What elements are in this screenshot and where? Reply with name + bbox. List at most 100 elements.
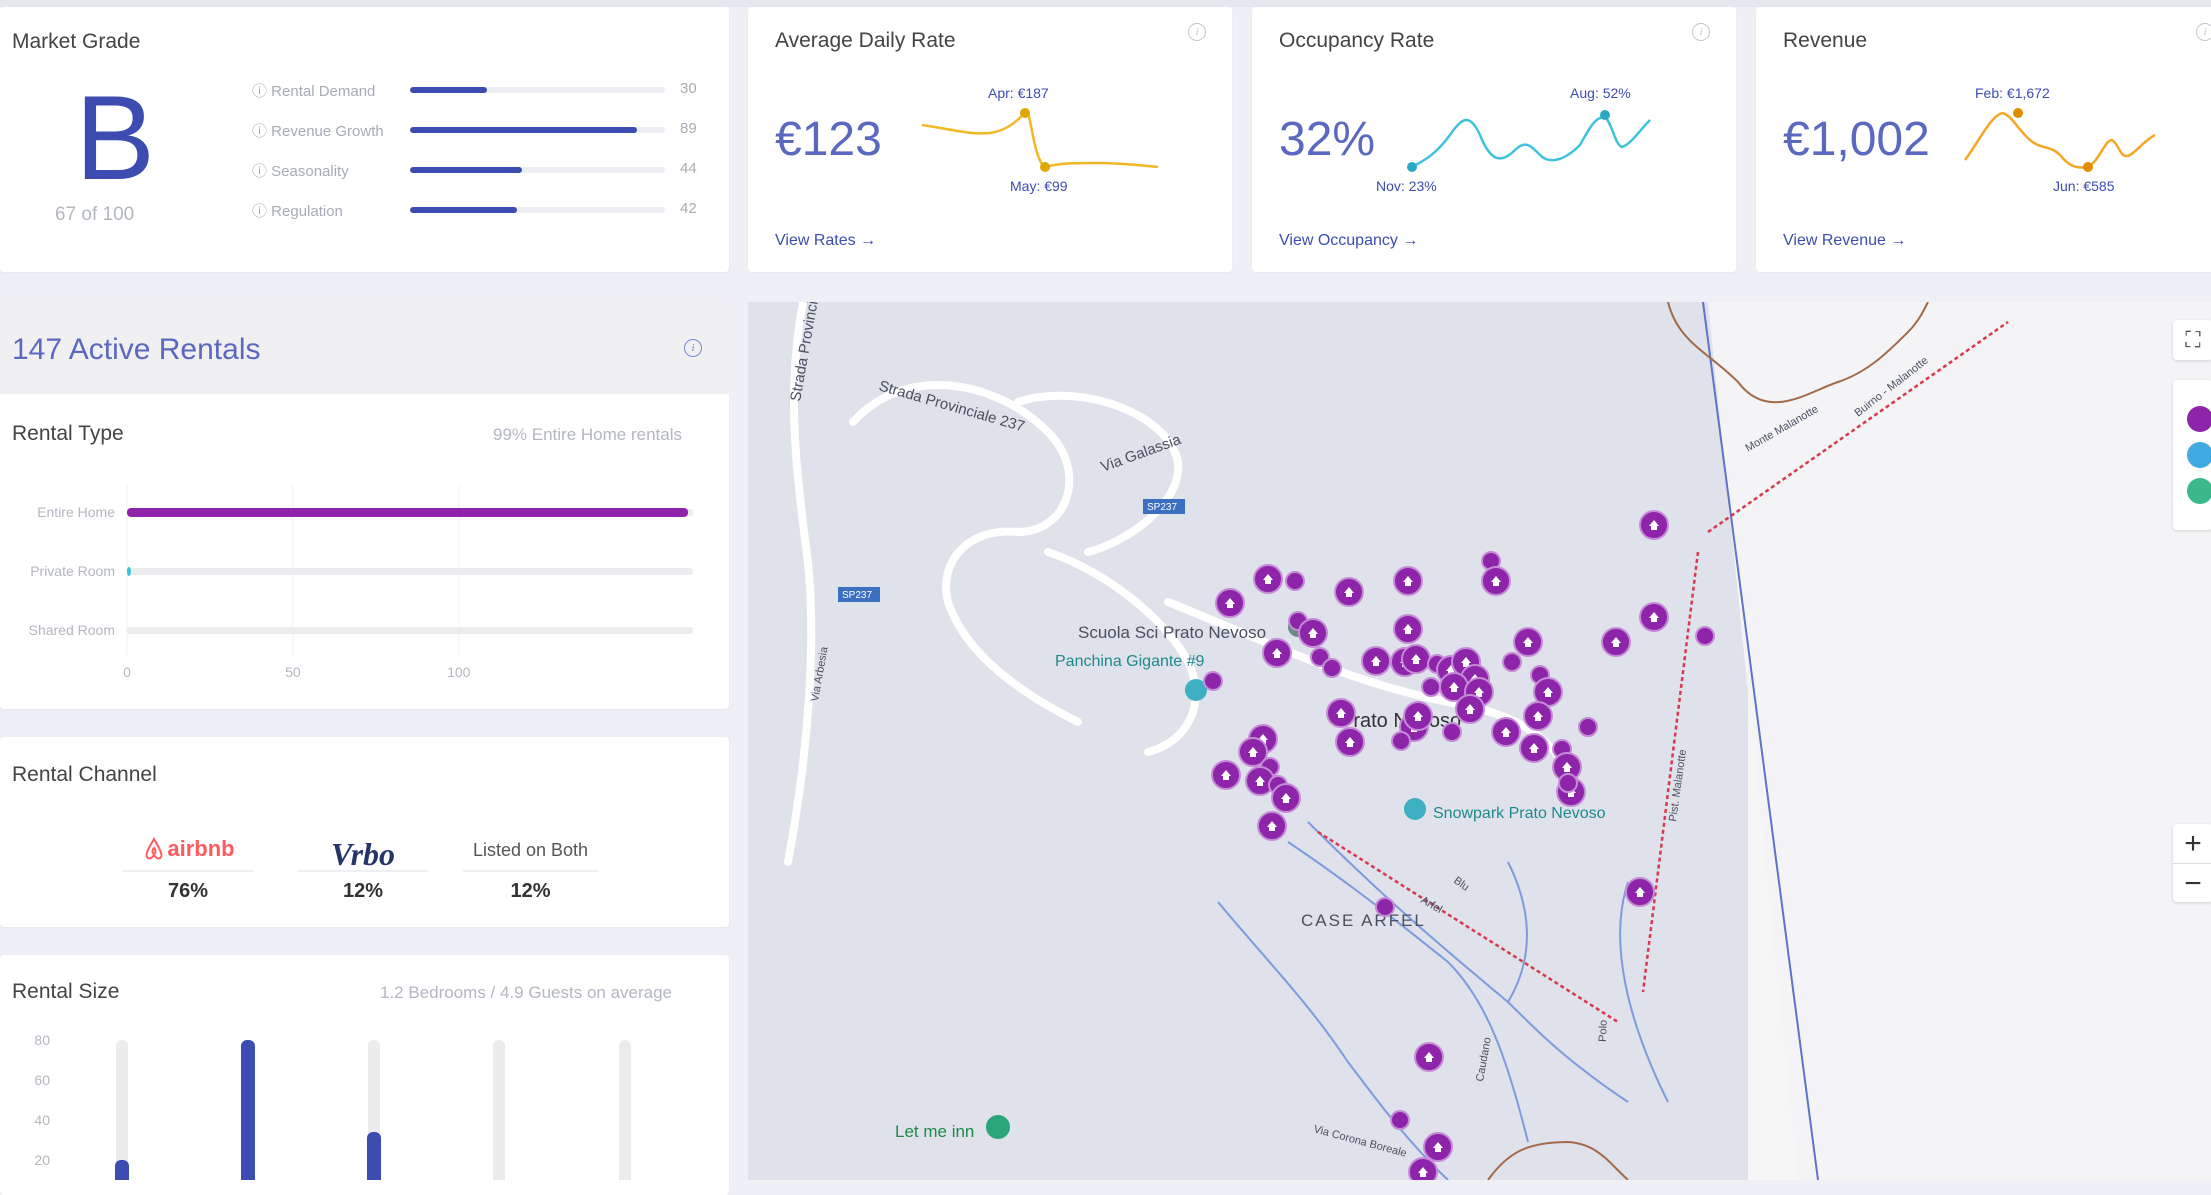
grade-metric-label: ⓘ Rental Demand: [252, 83, 376, 100]
layer-vrbo-icon[interactable]: [2187, 442, 2211, 468]
airbnb-divider: [123, 870, 253, 872]
market-grade-title: Market Grade: [12, 30, 141, 53]
grade-metric-track: [410, 167, 665, 173]
airbnb-icon: [145, 836, 163, 860]
grade-metric-fill: [410, 207, 518, 213]
grade-metric-name: Revenue Growth: [271, 123, 384, 140]
grade-metric-track: [410, 87, 665, 93]
occupancy-sparkline: [1407, 110, 1651, 172]
grade-metric-fill: [410, 127, 637, 133]
zoom-in-button[interactable]: +: [2173, 824, 2211, 863]
occupancy-value: 32%: [1279, 113, 1376, 166]
map-label-pist-malanotte: Pist. Malanotte: [1667, 749, 1689, 823]
adr-low-point: [1040, 162, 1050, 172]
rental-type-title: Rental Type: [12, 422, 124, 445]
active-rentals-info-icon[interactable]: i: [684, 339, 702, 357]
ski-run-blu: [1287, 841, 1529, 1143]
rental-pin[interactable]: [1322, 658, 1342, 678]
bar: [367, 1132, 381, 1180]
rental-pin[interactable]: [1391, 731, 1411, 751]
adr-title: Average Daily Rate: [775, 29, 956, 52]
rentals-map[interactable]: Strada Provinciale Strada Provinciale 23…: [748, 302, 2211, 1180]
occupancy-high-point: [1600, 110, 1610, 120]
grade-metric-track: [410, 127, 665, 133]
rental-pin[interactable]: [1375, 897, 1395, 917]
revenue-title: Revenue: [1783, 29, 1868, 52]
vrbo-share: 12%: [342, 880, 384, 902]
ski-run-4: [1507, 861, 1528, 1003]
rental-pin[interactable]: [1421, 677, 1441, 697]
poi-snowpark-icon[interactable]: [1404, 798, 1426, 820]
airbnb-logo: airbnb: [123, 836, 253, 870]
bar-track: [127, 568, 693, 575]
poi-let-me-inn-icon[interactable]: [986, 1115, 1010, 1139]
revenue-value: €1,002: [1783, 113, 1930, 166]
rental-type-subtitle: 99% Entire Home rentals: [493, 425, 682, 444]
bar-track: [116, 1040, 128, 1180]
rental-pin[interactable]: [1695, 626, 1715, 646]
adr-info-icon[interactable]: i: [1188, 23, 1206, 41]
view-revenue-link[interactable]: View Revenue →: [1783, 232, 1906, 250]
both-share: 12%: [510, 880, 551, 902]
revenue-high-label: Feb: €1,672: [1975, 85, 2050, 101]
revenue-sparkline: [1963, 108, 2156, 172]
map-label-scuola: Scuola Sci Prato Nevoso: [1078, 623, 1266, 642]
grade-metric-name: Seasonality: [271, 163, 349, 180]
grade-metric-track: [410, 207, 665, 213]
rental-pin[interactable]: [1203, 671, 1223, 691]
layer-airbnb-icon[interactable]: [2187, 406, 2211, 432]
view-rates-link[interactable]: View Rates →: [775, 232, 876, 250]
occupancy-low-point: [1407, 162, 1417, 172]
grade-metric-value: 42: [680, 200, 697, 217]
rental-pin[interactable]: [1442, 722, 1462, 742]
zoom-controls: + −: [2173, 824, 2211, 902]
map-label-let-me-inn: Let me inn: [895, 1122, 974, 1141]
rental-pin[interactable]: [1558, 773, 1578, 793]
rental-channel-title: Rental Channel: [12, 763, 157, 786]
active-rentals-title: 147 Active Rentals: [12, 333, 261, 366]
bar-track: [127, 627, 693, 634]
grade-metric-row: ⓘ Rental Demand 30: [252, 80, 702, 100]
y-tick-label: 40: [34, 1112, 50, 1128]
x-tick-label: 100: [447, 664, 471, 680]
category-label: Entire Home: [37, 504, 115, 520]
revenue-high-point: [2013, 108, 2023, 118]
road-sp237: [849, 381, 1082, 726]
y-tick-label: 60: [34, 1072, 50, 1088]
grade-metric-label: ⓘ Regulation: [252, 203, 343, 220]
grade-metric-label: ⓘ Seasonality: [252, 163, 349, 180]
layer-both-icon[interactable]: [2187, 478, 2211, 504]
bar-track: [619, 1040, 631, 1180]
rental-pin[interactable]: [1390, 1110, 1410, 1130]
adr-value: €123: [775, 113, 882, 166]
layer-controls: [2173, 380, 2211, 530]
fullscreen-button[interactable]: ⛶: [2173, 320, 2211, 360]
rental-pin[interactable]: [1502, 652, 1522, 672]
revenue-info-icon[interactable]: i: [2196, 23, 2211, 41]
map-label-via-corona: Via Corona Boreale: [1312, 1123, 1408, 1159]
occupancy-sparkline-line: [1411, 115, 1651, 169]
zoom-out-button[interactable]: −: [2173, 863, 2211, 903]
rental-pins: [1203, 510, 1715, 1180]
trail-bottom: [1487, 1140, 1629, 1180]
map-label-snowpark: Snowpark Prato Nevoso: [1433, 805, 1606, 822]
adr-high-label: Apr: €187: [988, 85, 1049, 101]
poi-markers: [986, 617, 1426, 1139]
view-occupancy-link[interactable]: View Occupancy →: [1279, 232, 1418, 250]
rental-pin[interactable]: [1578, 717, 1598, 737]
both-divider: [463, 870, 598, 872]
occupancy-info-icon[interactable]: i: [1692, 23, 1710, 41]
grade-metric-row: ⓘ Seasonality 44: [252, 160, 702, 180]
occupancy-title: Occupancy Rate: [1279, 29, 1435, 52]
adr-sparkline-line: [921, 111, 1159, 169]
bar: [115, 1160, 129, 1180]
y-tick-label: 20: [34, 1152, 50, 1168]
rental-pin[interactable]: [1285, 571, 1305, 591]
rental-size-subtitle: 1.2 Bedrooms / 4.9 Guests on average: [380, 983, 673, 1002]
bar: [127, 567, 131, 576]
map-label-panchina: Panchina Gigante #9: [1055, 653, 1205, 670]
adr-high-point: [1020, 108, 1030, 118]
x-tick-label: 50: [285, 664, 301, 680]
grade-metric-label: ⓘ Revenue Growth: [252, 123, 384, 140]
bar: [241, 1040, 255, 1180]
